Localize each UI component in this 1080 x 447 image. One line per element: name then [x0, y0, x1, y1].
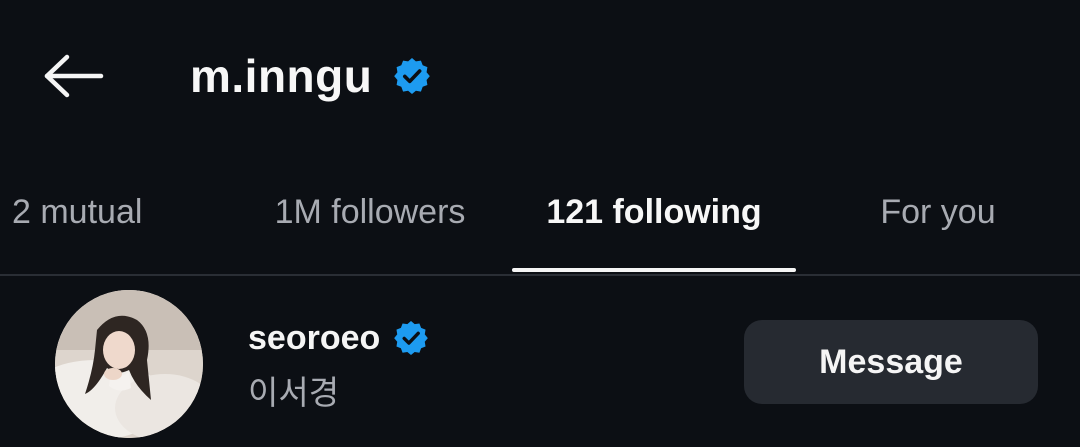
- back-button[interactable]: [36, 44, 112, 108]
- tab-for-you[interactable]: For you: [820, 170, 1056, 254]
- username[interactable]: seoroeo: [248, 319, 380, 358]
- tab-mutual[interactable]: 2 mutual: [0, 170, 192, 254]
- tab-bar: 2 mutual 1M followers 121 following For …: [0, 170, 1080, 274]
- following-screen: m.inngu 2 mutual 1M followers 121 follow…: [0, 0, 1080, 447]
- message-button[interactable]: Message: [744, 320, 1038, 404]
- profile-photo-image: [55, 290, 203, 438]
- verified-badge-icon: [394, 321, 429, 355]
- username-line: seoroeo: [248, 316, 429, 360]
- active-tab-indicator: [512, 268, 796, 272]
- header: m.inngu: [0, 0, 1080, 150]
- user-info: seoroeo 이서경: [248, 316, 429, 414]
- page-title: m.inngu: [190, 50, 373, 102]
- full-name: 이서경: [248, 373, 340, 412]
- tab-following[interactable]: 121 following: [512, 170, 796, 254]
- title-group: m.inngu: [190, 40, 431, 112]
- list-item[interactable]: seoroeo 이서경 Message: [0, 276, 1080, 447]
- arrow-left-icon: [44, 54, 104, 98]
- tab-followers[interactable]: 1M followers: [235, 170, 505, 254]
- verified-badge-icon: [394, 58, 431, 94]
- avatar[interactable]: [55, 290, 203, 438]
